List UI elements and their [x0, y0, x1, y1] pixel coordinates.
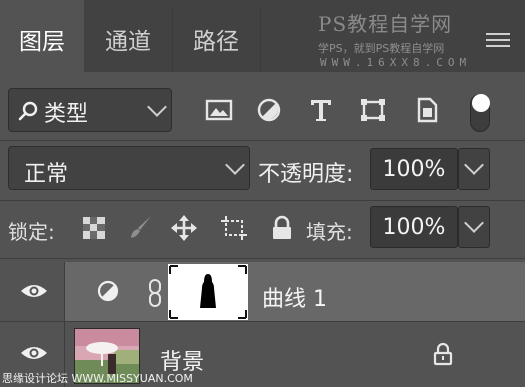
divider	[0, 140, 525, 141]
type-filter-icon[interactable]	[306, 94, 336, 126]
watermark-subtitle: 学PS，就到PS教程自学网	[318, 42, 445, 55]
search-icon	[18, 101, 38, 121]
visibility-column	[0, 262, 64, 387]
watermark-title: PS教程自学网	[318, 12, 453, 36]
lock-icon	[433, 342, 453, 366]
watermark-url: WWW.16XX8.COM	[320, 56, 472, 69]
link-icon[interactable]	[146, 278, 164, 308]
blend-mode-value: 正常	[24, 162, 69, 187]
tab-paths[interactable]: 路径	[174, 0, 258, 72]
tab-separator	[260, 10, 261, 72]
tab-channels[interactable]: 通道	[86, 0, 170, 72]
filter-kind-label: 类型	[44, 102, 89, 127]
panel-menu-icon[interactable]	[486, 33, 510, 49]
tab-layers[interactable]: 图层	[0, 0, 84, 72]
smart-object-filter-icon[interactable]	[412, 94, 442, 126]
image-filter-icon[interactable]	[204, 94, 234, 126]
tab-separator	[172, 10, 173, 72]
fill-label: 填充:	[306, 220, 353, 244]
eye-icon[interactable]	[20, 344, 48, 362]
row-separator	[0, 321, 525, 322]
fill-input[interactable]: 100%	[370, 206, 458, 248]
layer-name[interactable]: 曲线 1	[262, 281, 327, 313]
lock-image-icon[interactable]	[126, 214, 154, 242]
filter-toggle-knob[interactable]	[472, 94, 490, 112]
lock-position-icon[interactable]	[170, 214, 198, 242]
layer-mask-thumbnail[interactable]	[168, 264, 248, 320]
column-separator	[64, 262, 65, 387]
lock-transparent-icon[interactable]	[80, 214, 108, 242]
adjustment-filter-icon[interactable]	[254, 94, 284, 126]
shape-filter-icon[interactable]	[358, 94, 388, 126]
lock-all-icon[interactable]	[268, 214, 296, 242]
divider	[0, 258, 525, 259]
opacity-label: 不透明度:	[258, 162, 354, 187]
lock-label: 锁定:	[8, 220, 55, 244]
adjustment-layer-icon	[97, 280, 119, 302]
footer-watermark: 思缘设计论坛 WWW.MISSYUAN.COM	[2, 372, 193, 385]
lock-artboard-icon[interactable]	[220, 214, 248, 242]
divider	[0, 200, 525, 201]
eye-icon[interactable]	[20, 282, 48, 300]
opacity-input[interactable]: 100%	[370, 148, 458, 190]
